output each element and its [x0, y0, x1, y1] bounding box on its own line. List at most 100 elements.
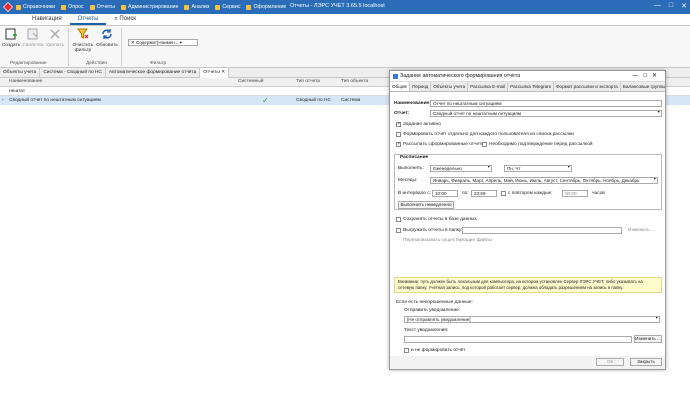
- notify-change-button[interactable]: Изменить ...: [634, 335, 662, 343]
- doctab-reports[interactable]: Отчеты ✕: [200, 68, 230, 78]
- tab-navigation[interactable]: Навигация: [24, 14, 70, 25]
- menu-polling[interactable]: Опрос: [61, 4, 84, 10]
- system-check-icon: ✓: [262, 96, 269, 105]
- properties-button[interactable]: Свойства: [22, 26, 44, 48]
- menu-appearance[interactable]: Оформление: [246, 4, 286, 10]
- notify-text-label: Текст уведомления:: [404, 328, 449, 333]
- months-select[interactable]: Январь, Февраль, Март, Апрель, Май, Июнь…: [430, 177, 658, 184]
- tab-search[interactable]: ⌕ Поиск: [106, 14, 144, 25]
- dialog-footer: ОК Закрыть: [390, 356, 665, 369]
- create-icon: [5, 28, 17, 40]
- per-user-label: Формировать отчёт отдельно для каждого п…: [403, 132, 574, 137]
- tab-reports[interactable]: Отчеты: [69, 14, 107, 25]
- create-button[interactable]: Создать: [0, 26, 22, 48]
- dtab-general[interactable]: Общие: [390, 82, 411, 91]
- doctab-close-icon[interactable]: ✕: [221, 70, 225, 75]
- interval-label: В интервале с:: [398, 191, 432, 196]
- dialog-window-controls[interactable]: —□✕: [632, 71, 662, 82]
- repeat-checkbox[interactable]: [501, 191, 506, 196]
- dialog-title-bar: Задание автоматического формирования отч…: [390, 71, 665, 82]
- window-controls: — □ ✕: [654, 2, 687, 10]
- hours-label: часов: [592, 191, 605, 196]
- refresh-icon: [102, 29, 112, 39]
- create-label: Создать: [1, 43, 21, 48]
- days-select[interactable]: Пн, Чт: [504, 165, 572, 172]
- export-folder-label: Выгружать отчеты в папку:: [403, 228, 463, 233]
- run-now-button[interactable]: Выполнить немедленно: [398, 201, 454, 209]
- refresh-button[interactable]: Обновить: [96, 26, 118, 48]
- name-input[interactable]: Отчет по нештатным ситуациям: [430, 100, 662, 107]
- filter-dropdown-icon[interactable]: ▾: [180, 40, 182, 45]
- ok-button[interactable]: ОК: [596, 358, 624, 366]
- menu-reports[interactable]: Отчеты: [90, 4, 115, 10]
- clear-filter-label: Очистить фильтр: [72, 43, 94, 53]
- dialog-title: Задание автоматического формирования отч…: [400, 73, 521, 79]
- doctab-auto-report[interactable]: Автоматическое формирование отчёта: [106, 68, 201, 78]
- months-label: Месяцы:: [398, 178, 418, 183]
- notify-label: Отправить уведомление:: [404, 308, 461, 313]
- delete-button[interactable]: Удалить: [44, 26, 66, 48]
- tab-search-label: Поиск: [119, 16, 137, 22]
- no-report-label: и не формировать отчёт: [411, 348, 466, 353]
- report-label: Отчет:: [394, 111, 410, 116]
- col-object-type[interactable]: Тип объекта: [341, 79, 368, 84]
- report-select[interactable]: Сводный отчет по нештатным ситуациям: [430, 110, 662, 117]
- from-time-input[interactable]: 10:00: [432, 190, 458, 197]
- dtab-balance[interactable]: Балансовые группы: [621, 82, 665, 91]
- row-object: Система: [341, 98, 361, 103]
- active-checkbox[interactable]: [396, 121, 401, 127]
- dtab-period[interactable]: Период: [410, 82, 432, 91]
- notify-text-input[interactable]: [404, 336, 632, 343]
- export-folder-checkbox[interactable]: [396, 228, 401, 233]
- no-report-checkbox[interactable]: [404, 348, 409, 353]
- ribbon: Создать Свойства Удалить Очистить фильтр…: [0, 26, 690, 68]
- active-label: Задание активно: [403, 122, 441, 127]
- clear-filter-icon: [77, 28, 89, 39]
- group-edit-label: Редактирование: [10, 61, 47, 66]
- export-change-button[interactable]: Изменить ...: [628, 228, 655, 233]
- dtab-format[interactable]: Формат рассылки и экспорта: [554, 82, 621, 91]
- window-title: Отчеты - ЛЭРС УЧЕТ 3.65.5 localhost: [290, 3, 385, 9]
- export-folder-input[interactable]: [462, 227, 622, 234]
- minimize-button[interactable]: —: [654, 2, 661, 10]
- app-logo-icon: [3, 2, 13, 12]
- notify-select[interactable]: [Не отправлять уведомление]: [404, 316, 660, 323]
- dtab-objects[interactable]: Объекты учета: [431, 82, 469, 91]
- maximize-button[interactable]: □: [669, 2, 673, 10]
- row-indicator-icon: ›: [2, 98, 4, 103]
- menu-analysis[interactable]: Анализ: [184, 4, 209, 10]
- to-time-input[interactable]: 23:59: [471, 190, 497, 197]
- run-select[interactable]: Еженедельно: [430, 165, 492, 172]
- clear-filter-button[interactable]: Очистить фильтр: [72, 26, 94, 53]
- filter-combo[interactable]: ✕ Содержит(Наимен... ▾: [128, 39, 198, 46]
- dtab-telegram[interactable]: Рассылка Telegram: [508, 82, 555, 91]
- dtab-email[interactable]: Рассылка E-mail: [468, 82, 509, 91]
- auto-report-dialog: Задание автоматического формирования отч…: [389, 70, 666, 370]
- col-name[interactable]: Наименование: [9, 79, 42, 84]
- row-name: Сводный отчет по нештатным ситуациям: [9, 98, 101, 103]
- col-report-type[interactable]: Тип отчета: [296, 79, 320, 84]
- col-system[interactable]: Системный: [238, 79, 263, 84]
- run-label: Выполнять:: [398, 166, 424, 171]
- schedule-title: Расписание: [400, 155, 429, 160]
- doctab-system-summary[interactable]: Система - Сводный по НС: [40, 68, 106, 78]
- repeat-input[interactable]: 00:00: [562, 190, 588, 197]
- dialog-close-button[interactable]: Закрыть: [630, 358, 662, 366]
- send-reports-checkbox[interactable]: [396, 141, 401, 147]
- close-button[interactable]: ✕: [681, 2, 687, 10]
- menu-service[interactable]: Сервис: [215, 4, 240, 10]
- save-db-label: Сохранять отчеты в базе данных: [403, 217, 477, 222]
- to-label: по:: [462, 191, 469, 196]
- dialog-tabs: Общие Период Объекты учета Рассылка E-ma…: [390, 82, 665, 92]
- menu-directories[interactable]: Справочники: [16, 4, 55, 10]
- group-actions-label: Действия: [86, 61, 108, 66]
- title-bar: Справочники Опрос Отчеты Администрирован…: [0, 0, 690, 14]
- save-db-checkbox[interactable]: [396, 217, 401, 222]
- dialog-body: Наименование: Отчет по нештатным ситуаци…: [390, 92, 665, 356]
- doctab-objects[interactable]: Объекты учета: [0, 68, 41, 78]
- confirm-checkbox[interactable]: [482, 142, 487, 147]
- per-user-checkbox[interactable]: [396, 132, 401, 137]
- menu-administration[interactable]: Администрирование: [121, 4, 179, 10]
- warning-box: Внимание: путь должен быть локальным для…: [394, 277, 662, 293]
- group-filter-label: Фильтр: [150, 61, 167, 66]
